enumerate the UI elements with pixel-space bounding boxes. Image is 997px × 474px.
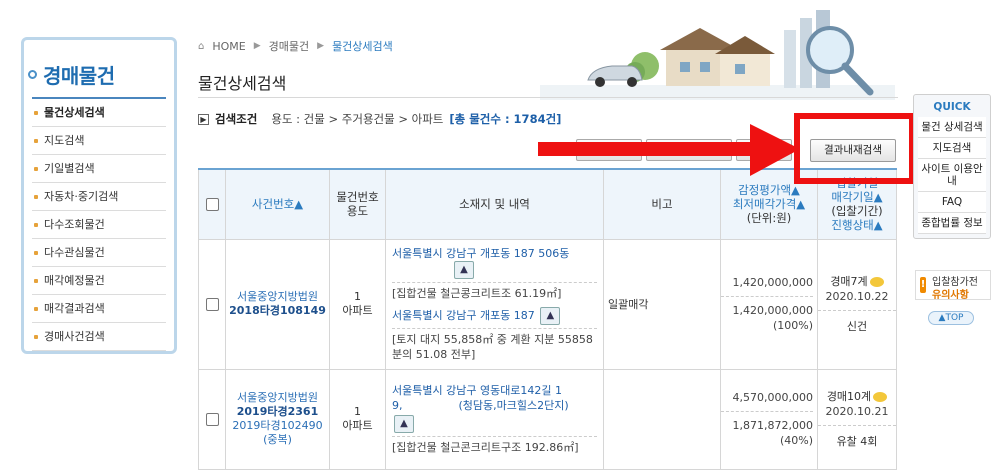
scroll-top-button[interactable]: ▲TOP bbox=[928, 311, 974, 325]
status-cell: 경매10계 2020.10.21 유찰 4회 bbox=[817, 368, 897, 470]
breadcrumb-current: 물건상세검색 bbox=[332, 40, 393, 53]
arrow-right-icon: ▶ bbox=[198, 113, 209, 125]
results-table: 사건번호▲ 물건번호 용도 소재지 및 내역 비고 감정평가액▲ 최저매각가격▲ (단… bbox=[198, 168, 897, 470]
price-ratio: (40%) bbox=[779, 434, 813, 447]
bid-notice-link[interactable]: ! 입찰참가전 유의사항 bbox=[915, 270, 991, 301]
search-condition-path: 용도 : 건물 > 주거용건물 > 아파트 bbox=[271, 112, 444, 126]
case-cell[interactable]: 서울중앙지방법원 2018타경108149 bbox=[225, 238, 330, 370]
exclamation-icon: ! bbox=[920, 277, 926, 293]
court-name: 서울중앙지방법원 bbox=[237, 391, 318, 404]
sidebar-item-date-search[interactable]: 기일별검색 bbox=[32, 155, 166, 183]
sidebar-item-most-interest[interactable]: 다수관심물건 bbox=[32, 239, 166, 267]
speech-bubble-icon[interactable] bbox=[873, 392, 888, 402]
court-name: 서울중앙지방법원 bbox=[237, 290, 318, 303]
sidebar-item-scheduled[interactable]: 매각예정물건 bbox=[32, 267, 166, 295]
sidebar-header: 경매물건 bbox=[28, 46, 166, 97]
note-cell: 일괄매각 bbox=[603, 238, 721, 370]
sub-case-note: (중복) bbox=[263, 433, 292, 446]
breadcrumb-home[interactable]: HOME bbox=[212, 40, 245, 53]
sidebar-item-most-viewed[interactable]: 다수조회물건 bbox=[32, 211, 166, 239]
case-number[interactable]: 2018타경108149 bbox=[226, 304, 329, 318]
header-note: 비고 bbox=[603, 168, 721, 240]
sidebar-menu: 물건상세검색 지도검색 기일별검색 자동차·중기검색 다수조회물건 다수관심물건… bbox=[32, 97, 166, 351]
property-desc: [집합건물 철근콘크리트구조 192.86㎡] bbox=[392, 436, 597, 455]
search-condition: ▶ 검색조건 용도 : 건물 > 주거용건물 > 아파트 [총 물건수 : 17… bbox=[198, 111, 561, 127]
address-link[interactable]: 서울특별시 강남구 개포동 187 506동 bbox=[392, 247, 569, 260]
table-header-row: 사건번호▲ 물건번호 용도 소재지 및 내역 비고 감정평가액▲ 최저매각가격▲ (단… bbox=[198, 168, 897, 240]
header-location: 소재지 및 내역 bbox=[385, 168, 604, 240]
appraisal-value: 4,570,000,000 bbox=[721, 390, 813, 412]
auction-division: 경매7계 bbox=[830, 275, 868, 288]
price-cell: 4,570,000,000 1,871,872,000 (40%) bbox=[720, 368, 818, 470]
breadcrumb: ⌂ HOME ▶ 경매물건 ▶ 물건상세검색 bbox=[198, 38, 393, 54]
map-icon[interactable]: ▲ bbox=[540, 307, 561, 325]
auction-division: 경매10계 bbox=[826, 390, 872, 403]
header-item-use: 물건번호 용도 bbox=[329, 168, 386, 240]
row-checkbox[interactable] bbox=[205, 297, 219, 311]
case-number[interactable]: 2019타경2361 bbox=[226, 405, 329, 419]
chevron-right-icon: ▶ bbox=[317, 41, 325, 51]
header-case-no[interactable]: 사건번호▲ bbox=[225, 168, 330, 240]
table-row[interactable]: 서울중앙지방법원 2018타경108149 1 아파트 서울특별시 강남구 개포동… bbox=[198, 238, 897, 370]
item-use-cell: 1 아파트 bbox=[329, 368, 386, 470]
breadcrumb-level1[interactable]: 경매물건 bbox=[269, 38, 309, 54]
select-all-checkbox[interactable] bbox=[205, 198, 219, 212]
sidebar-item-map-search[interactable]: 지도검색 bbox=[32, 127, 166, 155]
map-icon[interactable]: ▲ bbox=[454, 261, 474, 279]
sidebar-item-results[interactable]: 매각결과검색 bbox=[32, 295, 166, 323]
header-illustration bbox=[540, 10, 895, 100]
table-row[interactable]: 서울중앙지방법원 2019타경2361 2019타경102490 (중복) 1아… bbox=[198, 368, 897, 470]
minimum-price: 1,871,872,000 bbox=[732, 419, 813, 432]
sidebar-item-detail-search[interactable]: 물건상세검색 bbox=[32, 99, 166, 127]
property-desc: [토지 대지 55,858㎡ 중 계환 지분 55858분의 51.08 전부] bbox=[392, 328, 597, 362]
sidebar-item-vehicle-search[interactable]: 자동차·중기검색 bbox=[32, 183, 166, 211]
sidebar-item-case-search[interactable]: 경매사건검색 bbox=[32, 323, 166, 351]
sidebar-bullet-icon bbox=[28, 70, 37, 79]
left-sidebar: 경매물건 물건상세검색 지도검색 기일별검색 자동차·중기검색 다수조회물건 다… bbox=[21, 37, 177, 354]
notice-line2: 유의사항 bbox=[932, 290, 969, 301]
price-ratio: (100%) bbox=[772, 319, 813, 332]
item-use-cell: 1 아파트 bbox=[329, 238, 386, 370]
auction-date: 2020.10.22 bbox=[825, 290, 889, 303]
speech-bubble-icon[interactable] bbox=[869, 277, 884, 287]
redaction-mask bbox=[402, 400, 459, 412]
property-desc: [집합건물 철근콩크리트조 61.19㎡] bbox=[392, 282, 597, 301]
case-cell[interactable]: 서울중앙지방법원 2019타경2361 2019타경102490 (중복) bbox=[225, 368, 330, 470]
map-icon[interactable]: ▲ bbox=[394, 415, 414, 433]
header-select-all[interactable] bbox=[198, 168, 226, 240]
location-cell: 서울특별시 강남구 개포동 187 506동 ▲ [집합건물 철근콩크리트조 6… bbox=[385, 238, 604, 370]
page-title: 물건상세검색 bbox=[198, 74, 287, 93]
sub-case-number[interactable]: 2019타경102490 bbox=[226, 419, 329, 433]
quick-map-search[interactable]: 지도검색 bbox=[918, 138, 986, 159]
address-link[interactable]: 서울특별시 강남구 영동대로142길 1 9, (청담동,마크힐스2단지) bbox=[392, 383, 597, 413]
sidebar-title: 경매물건 bbox=[43, 64, 115, 88]
quick-detail-search[interactable]: 물건 상세검색 bbox=[918, 117, 986, 138]
quick-site-guide[interactable]: 사이트 이용안내 bbox=[918, 159, 986, 192]
row-checkbox[interactable] bbox=[205, 412, 219, 426]
quick-faq[interactable]: FAQ bbox=[918, 192, 986, 213]
quick-legal-info[interactable]: 종합법률 정보 bbox=[918, 213, 986, 234]
chevron-right-icon: ▶ bbox=[253, 41, 261, 51]
status-badge: 신건 bbox=[818, 310, 896, 334]
location-cell: 서울특별시 강남구 영동대로142길 1 9, (청담동,마크힐스2단지) ▲ [집… bbox=[385, 368, 604, 470]
header-divider bbox=[198, 97, 898, 98]
annotation-arrow bbox=[538, 124, 800, 176]
quick-title: QUICK bbox=[933, 101, 971, 113]
address-link[interactable]: 서울특별시 강남구 개포동 187 bbox=[392, 309, 535, 322]
status-cell: 경매7계 2020.10.22 신건 bbox=[817, 238, 897, 370]
appraisal-value: 1,420,000,000 bbox=[721, 275, 813, 297]
price-cell: 1,420,000,000 1,420,000,000 (100%) bbox=[720, 238, 818, 370]
search-condition-label: 검색조건 bbox=[215, 112, 258, 126]
minimum-price: 1,420,000,000 bbox=[732, 304, 813, 317]
home-icon: ⌂ bbox=[198, 40, 205, 52]
note-cell bbox=[603, 368, 721, 470]
quick-menu: QUICK 물건 상세검색 지도검색 사이트 이용안내 FAQ 종합법률 정보 bbox=[913, 94, 991, 239]
status-badge: 유찰 4회 bbox=[818, 425, 896, 449]
auction-date: 2020.10.21 bbox=[825, 405, 889, 418]
annotation-box bbox=[794, 113, 915, 184]
